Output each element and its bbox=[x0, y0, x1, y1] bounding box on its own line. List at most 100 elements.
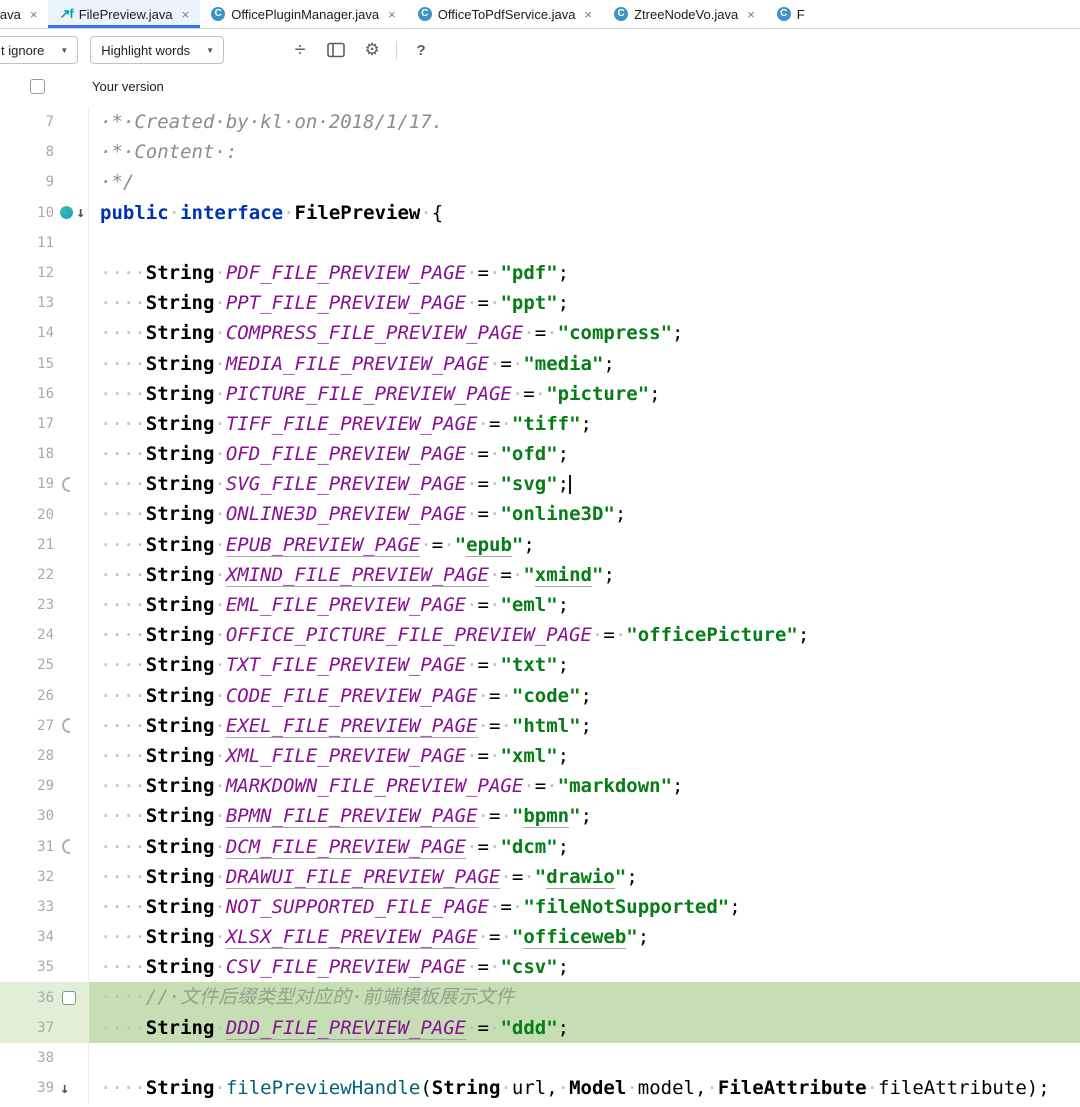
interface-icon[interactable] bbox=[60, 206, 73, 220]
line-number: 23 bbox=[37, 597, 54, 614]
code-text[interactable]: ····String·DRAWUI_FILE_PREVIEW_PAGE·=·"d… bbox=[88, 861, 1080, 892]
gutter-icons bbox=[54, 1013, 88, 1043]
gutter-icons bbox=[54, 620, 88, 650]
fold-marker-icon[interactable] bbox=[62, 718, 70, 734]
gutter: 26 bbox=[0, 681, 88, 711]
tab-close-icon[interactable]: × bbox=[182, 7, 190, 22]
code-text[interactable]: ····String·XLSX_FILE_PREVIEW_PAGE·=·"off… bbox=[88, 922, 1080, 953]
code-line-23: 23 ····String·EML_FILE_PREVIEW_PAGE·=·"em… bbox=[0, 590, 1080, 621]
line-number: 18 bbox=[37, 446, 54, 463]
tab-close-icon[interactable]: × bbox=[30, 7, 38, 22]
code-text[interactable]: ····String·COMPRESS_FILE_PREVIEW_PAGE·=·… bbox=[88, 318, 1080, 349]
code-line-31: 31 ····String·DCM_FILE_PREVIEW_PAGE·=·"dc… bbox=[0, 831, 1080, 862]
code-text[interactable]: ····//·文件后缀类型对应的·前端模板展示文件 bbox=[88, 982, 1080, 1013]
tab-close-icon[interactable]: × bbox=[747, 7, 755, 22]
tab-label: ZtreeNodeVo.java bbox=[634, 6, 739, 22]
gutter-icons bbox=[54, 862, 88, 892]
tab-close-icon[interactable]: × bbox=[388, 7, 396, 22]
collapse-unchanged-icon[interactable]: ÷ bbox=[288, 37, 312, 63]
code-text[interactable]: ·*·Content·: bbox=[88, 137, 1080, 168]
code-text[interactable]: ····String·DDD_FILE_PREVIEW_PAGE·=·"ddd"… bbox=[88, 1012, 1080, 1043]
code-text[interactable]: ····String·EXEL_FILE_PREVIEW_PAGE·=·"htm… bbox=[88, 710, 1080, 741]
class-icon: C bbox=[614, 7, 629, 21]
class-icon: C bbox=[211, 7, 226, 21]
implementations-icon[interactable]: ↓ bbox=[60, 1080, 69, 1096]
code-text[interactable]: ····String·SVG_FILE_PREVIEW_PAGE·=·"svg"… bbox=[88, 469, 1080, 500]
tab-ztreenodevo-java[interactable]: C ZtreeNodeVo.java × bbox=[603, 0, 766, 28]
line-number: 17 bbox=[37, 415, 54, 432]
code-text[interactable]: ····String·TXT_FILE_PREVIEW_PAGE·=·"txt"… bbox=[88, 650, 1080, 681]
code-text[interactable]: ····String·NOT_SUPPORTED_FILE_PAGE·=·"fi… bbox=[88, 891, 1080, 923]
line-number: 29 bbox=[37, 778, 54, 795]
your-version-checkbox[interactable] bbox=[30, 78, 45, 94]
implementations-icon[interactable]: ↓ bbox=[76, 205, 85, 220]
code-text[interactable]: ····String·MARKDOWN_FILE_PREVIEW_PAGE·=·… bbox=[88, 771, 1080, 802]
code-text[interactable]: ····String·OFD_FILE_PREVIEW_PAGE·=·"ofd"… bbox=[88, 439, 1080, 470]
settings-gear-icon[interactable]: ⚙ bbox=[360, 37, 384, 63]
code-text[interactable]: ····String·MEDIA_FILE_PREVIEW_PAGE·=·"me… bbox=[88, 348, 1080, 379]
your-version-label: Your version bbox=[92, 78, 164, 94]
gutter-icons bbox=[54, 379, 88, 409]
line-number: 37 bbox=[37, 1019, 54, 1036]
gutter: 29 bbox=[0, 771, 88, 801]
code-text[interactable]: ····String·CSV_FILE_PREVIEW_PAGE·=·"csv"… bbox=[88, 952, 1080, 983]
line-number: 31 bbox=[37, 838, 54, 855]
code-text[interactable]: ····String·OFFICE_PICTURE_FILE_PREVIEW_P… bbox=[88, 620, 1080, 651]
gutter: 34 bbox=[0, 922, 88, 952]
code-line-15: 15 ····String·MEDIA_FILE_PREVIEW_PAGE·=·"… bbox=[0, 348, 1080, 379]
line-number: 10 bbox=[37, 204, 54, 221]
code-text[interactable]: ····String·PDF_FILE_PREVIEW_PAGE·=·"pdf"… bbox=[88, 257, 1080, 289]
code-line-32: 32 ····String·DRAWUI_FILE_PREVIEW_PAGE·=·… bbox=[0, 861, 1080, 892]
gutter-icons bbox=[54, 560, 88, 590]
line-number: 16 bbox=[37, 385, 54, 402]
tab-officetopdfservice-java[interactable]: C OfficeToPdfService.java × bbox=[407, 0, 603, 28]
gutter: 27 bbox=[0, 711, 88, 741]
fold-marker-icon[interactable] bbox=[62, 476, 70, 492]
gutter-icons bbox=[54, 530, 88, 560]
gutter: 36 bbox=[0, 982, 88, 1013]
code-line-37: 37 ····String·DDD_FILE_PREVIEW_PAGE·=·"dd… bbox=[0, 1012, 1080, 1043]
code-text[interactable] bbox=[88, 227, 1080, 258]
help-icon[interactable]: ? bbox=[409, 37, 433, 63]
code-text[interactable]: ····String·EML_FILE_PREVIEW_PAGE·=·"eml"… bbox=[88, 590, 1080, 621]
code-text[interactable]: ····String·XMIND_FILE_PREVIEW_PAGE·=·"xm… bbox=[88, 559, 1080, 590]
tab-f[interactable]: CF bbox=[766, 0, 816, 28]
diff-toolbar: t ignore ▼ Highlight words ▼ ÷ ⚙ ? bbox=[0, 29, 1080, 71]
code-text[interactable]: ····String·filePreviewHandle(String·url,… bbox=[88, 1073, 1080, 1104]
gutter: 21 bbox=[0, 530, 88, 560]
line-number: 24 bbox=[37, 627, 54, 644]
editor: 7 ·*·Created·by·kl·on·2018/1/17. 8 ·*·Conte… bbox=[0, 101, 1080, 1104]
code-text[interactable]: ····String·TIFF_FILE_PREVIEW_PAGE·=·"tif… bbox=[88, 408, 1080, 440]
gutter: 30 bbox=[0, 801, 88, 831]
gutter: 22 bbox=[0, 560, 88, 590]
gutter-icons bbox=[54, 771, 88, 801]
code-text[interactable]: ·*·Created·by·kl·on·2018/1/17. bbox=[88, 107, 1080, 138]
line-number: 14 bbox=[37, 325, 54, 342]
fold-marker-icon[interactable] bbox=[62, 839, 70, 855]
code-text[interactable]: public·interface·FilePreview·{ bbox=[88, 197, 1080, 228]
code-text[interactable]: ····String·BPMN_FILE_PREVIEW_PAGE·=·"bpm… bbox=[88, 801, 1080, 832]
line-number: 35 bbox=[37, 959, 54, 976]
code-text[interactable]: ·*/ bbox=[88, 167, 1080, 198]
code-text[interactable]: ····String·XML_FILE_PREVIEW_PAGE·=·"xml"… bbox=[88, 740, 1080, 772]
code-text[interactable] bbox=[88, 1042, 1080, 1073]
gutter-icons bbox=[54, 1043, 88, 1073]
ignore-policy-dropdown[interactable]: t ignore ▼ bbox=[0, 36, 79, 64]
code-text[interactable]: ····String·CODE_FILE_PREVIEW_PAGE·=·"cod… bbox=[88, 680, 1080, 711]
tab-officepluginmanager-java[interactable]: C OfficePluginManager.java × bbox=[200, 0, 407, 28]
code-line-8: 8 ·*·Content·: bbox=[0, 137, 1080, 168]
code-text[interactable]: ····String·DCM_FILE_PREVIEW_PAGE·=·"dcm"… bbox=[88, 831, 1080, 862]
highlight-mode-dropdown[interactable]: Highlight words ▼ bbox=[90, 36, 225, 64]
tab-label: OfficePluginManager.java bbox=[231, 6, 380, 22]
code-text[interactable]: ····String·ONLINE3D_PREVIEW_PAGE·=·"onli… bbox=[88, 499, 1080, 530]
code-text[interactable]: ····String·PICTURE_FILE_PREVIEW_PAGE·=·"… bbox=[88, 378, 1080, 409]
diff-line-checkbox[interactable] bbox=[62, 990, 76, 1005]
gutter: 11 bbox=[0, 228, 88, 258]
code-line-34: 34 ····String·XLSX_FILE_PREVIEW_PAGE·=·"o… bbox=[0, 922, 1080, 953]
code-text[interactable]: ····String·PPT_FILE_PREVIEW_PAGE·=·"ppt"… bbox=[88, 288, 1080, 319]
editor-panel-icon[interactable] bbox=[324, 37, 348, 63]
tab-java[interactable]: java × bbox=[0, 0, 48, 28]
tab-filepreview-java[interactable]: ↗f FilePreview.java × bbox=[48, 0, 201, 28]
tab-close-icon[interactable]: × bbox=[585, 7, 593, 22]
code-text[interactable]: ····String·EPUB_PREVIEW_PAGE·=·"epub"; bbox=[88, 529, 1080, 560]
